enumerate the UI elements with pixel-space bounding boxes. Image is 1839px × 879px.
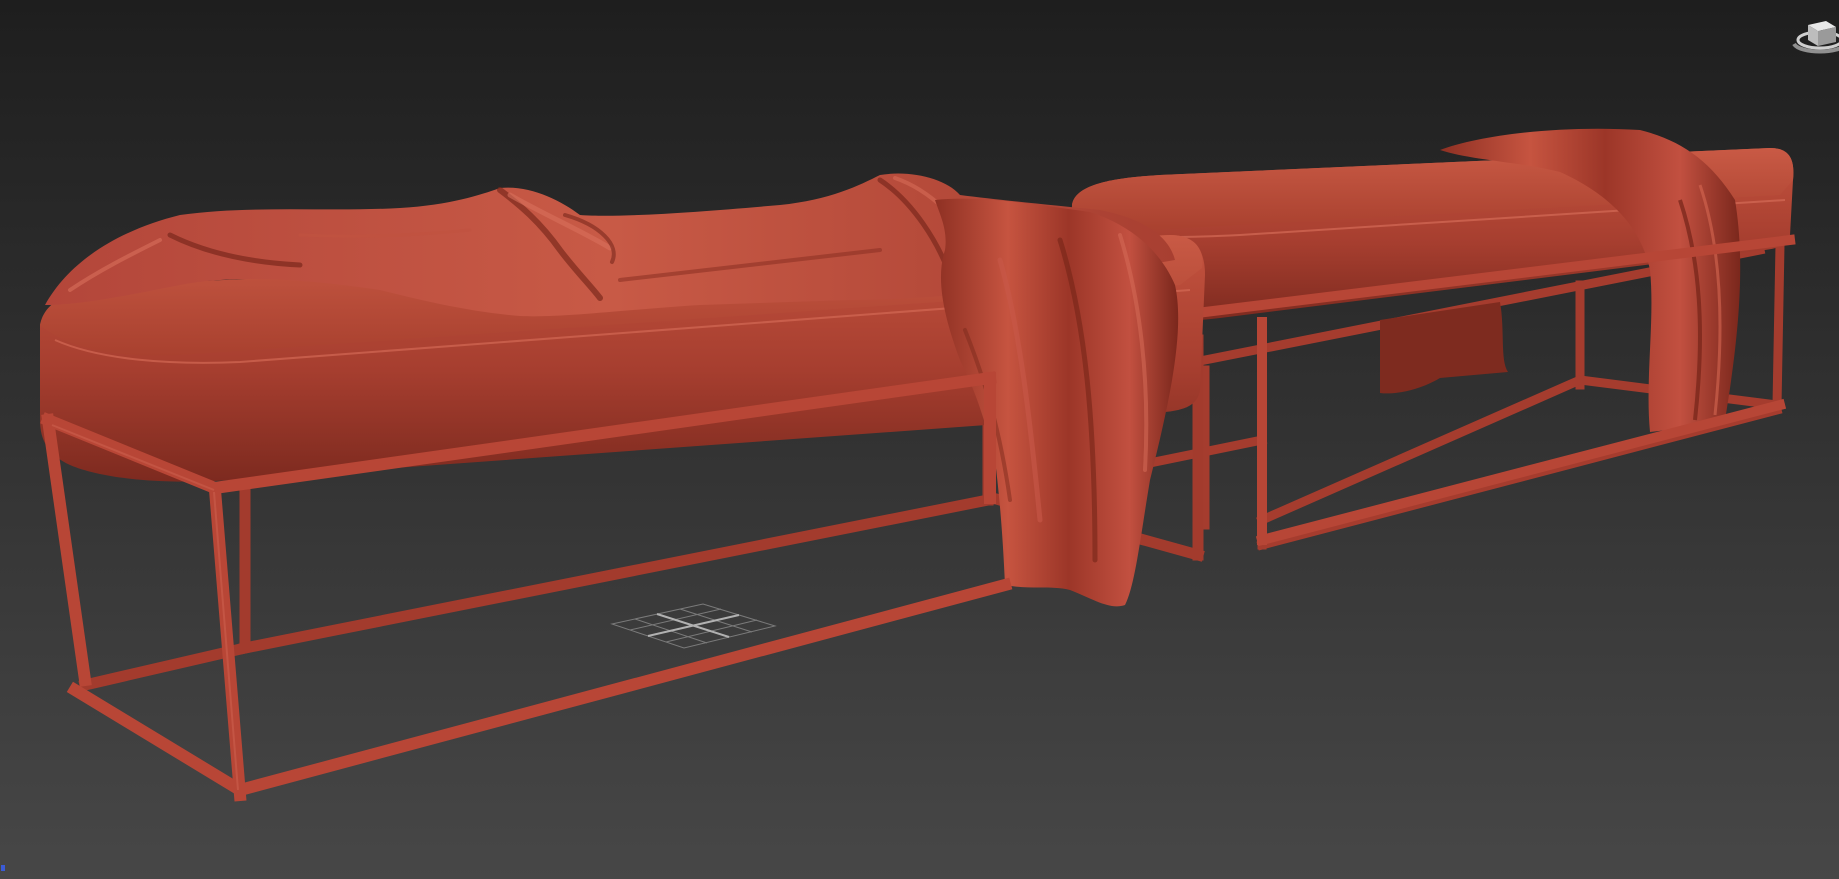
3d-viewport[interactable]: [0, 0, 1839, 879]
axis-marker-icon: [1, 865, 5, 871]
viewport-scene[interactable]: [0, 0, 1839, 879]
